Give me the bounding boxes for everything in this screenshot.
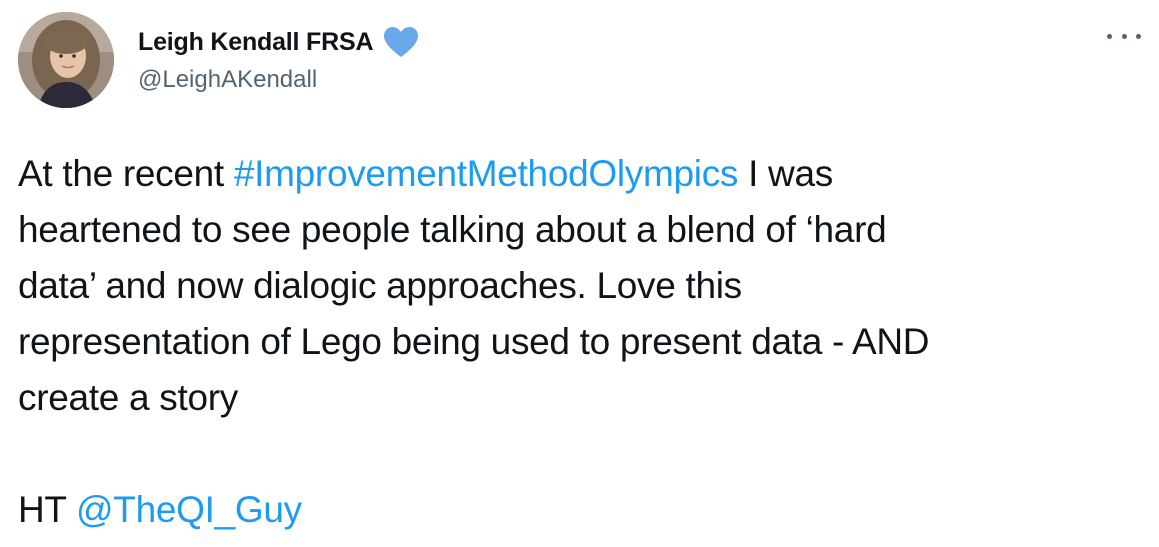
more-options-icon[interactable] [1107, 26, 1141, 46]
tweet-text-segment: I was [738, 153, 833, 194]
tweet-line: representation of Lego being used to pre… [18, 321, 930, 362]
author-name[interactable]: Leigh Kendall FRSA [138, 28, 374, 57]
tweet-line: At the recent #ImprovementMethodOlympics… [18, 146, 1143, 202]
tweet-text-segment: At the recent [18, 153, 234, 194]
tweet-line: heartened to see people talking about a … [18, 209, 887, 250]
author-name-row: Leigh Kendall FRSA [138, 26, 419, 58]
hashtag-link[interactable]: #ImprovementMethodOlympics [234, 153, 739, 194]
tweet-line: create a story [18, 377, 238, 418]
avatar-photo [18, 12, 114, 108]
tweet-text-segment: HT [18, 489, 77, 530]
mention-link[interactable]: @TheQI_Guy [76, 489, 302, 530]
tweet-card: Leigh Kendall FRSA @LeighAKendall At the… [0, 0, 1159, 547]
blue-heart-icon [383, 26, 419, 58]
avatar[interactable] [18, 12, 114, 108]
tweet-line: HT @TheQI_Guy [18, 482, 1143, 538]
tweet-line: data’ and now dialogic approaches. Love … [18, 265, 742, 306]
author-handle[interactable]: @LeighAKendall [138, 66, 317, 94]
tweet-text: At the recent #ImprovementMethodOlympics… [18, 146, 1143, 538]
